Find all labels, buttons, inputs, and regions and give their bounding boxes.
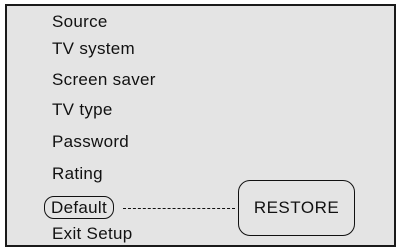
menu-item-exit-setup[interactable]: Exit Setup: [52, 224, 133, 244]
menu-item-tv-type[interactable]: TV type: [52, 100, 113, 120]
menu-item-default-highlight[interactable]: Default: [44, 196, 114, 219]
menu-item-rating[interactable]: Rating: [52, 164, 103, 184]
callout-connector-line: [123, 208, 235, 209]
restore-label: RESTORE: [253, 198, 340, 217]
restore-callout: RESTORE: [238, 180, 355, 236]
menu-item-password[interactable]: Password: [52, 132, 129, 152]
menu-item-default[interactable]: Default: [51, 198, 107, 218]
menu-item-tv-system[interactable]: TV system: [52, 39, 135, 59]
menu-item-screen-saver[interactable]: Screen saver: [52, 70, 156, 90]
menu-item-source[interactable]: Source: [52, 12, 108, 32]
